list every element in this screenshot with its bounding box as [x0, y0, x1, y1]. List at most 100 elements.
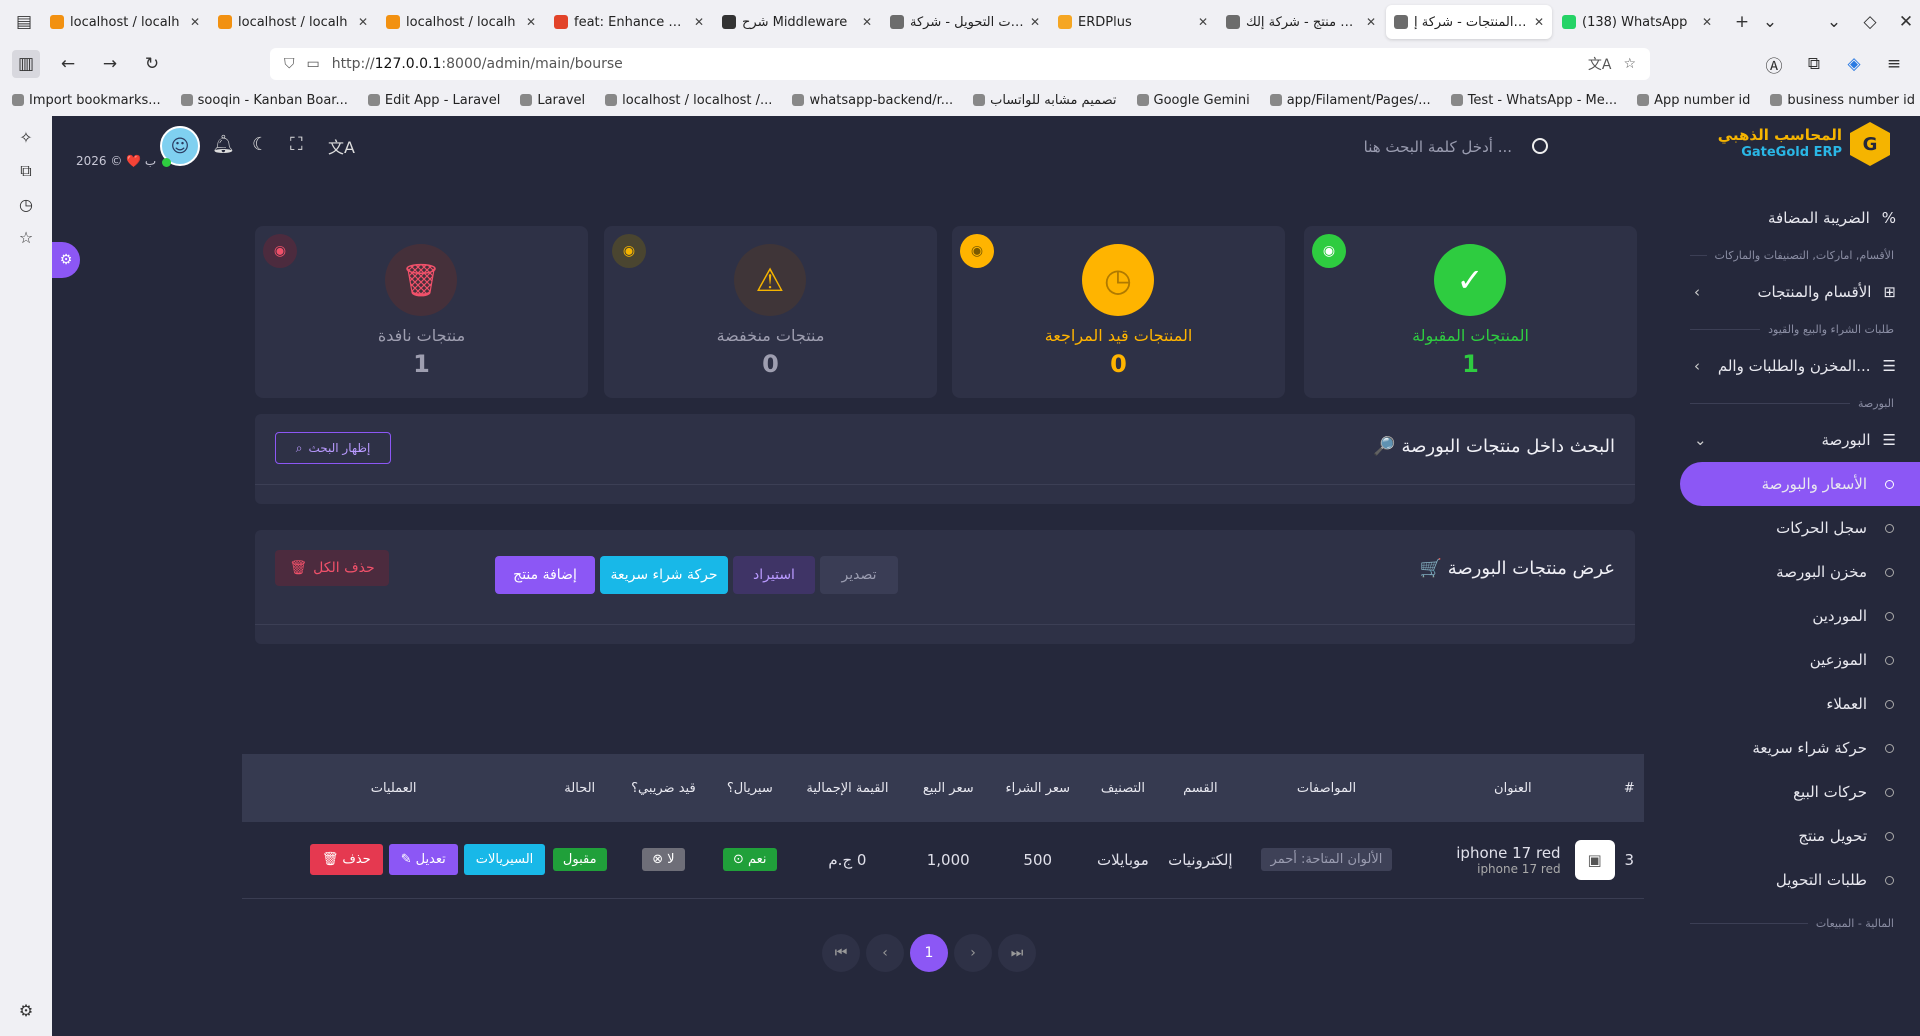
sidebar-item-categories[interactable]: ‹ الأقسام والمنتجات ⊞ — [1678, 270, 1920, 314]
close-tab-icon[interactable]: ✕ — [862, 15, 872, 29]
close-tab-icon[interactable]: ✕ — [1702, 15, 1712, 29]
show-search-button[interactable]: ⌕ إظهار البحث — [275, 432, 391, 464]
sidebar-subitem[interactable]: الموردين — [1678, 594, 1920, 638]
check-circle-icon: ⊙ — [733, 852, 744, 868]
add-product-button[interactable]: إضافة منتج — [495, 556, 595, 594]
edit-button[interactable]: تعديل ✎ — [388, 844, 458, 876]
close-tab-icon[interactable]: ✕ — [1366, 15, 1376, 29]
bookmark-item[interactable]: sooqin - Kanban Boar... — [180, 93, 348, 108]
translate-icon[interactable]: 文A — [1588, 54, 1612, 74]
tab-list-icon[interactable]: ▤ — [10, 8, 38, 36]
theme-settings-button[interactable]: ⚙ — [52, 242, 80, 278]
bookmark-star-icon[interactable]: ☆ — [1623, 56, 1636, 72]
bookmarks-icon[interactable]: ☆ — [19, 228, 33, 247]
delete-all-button[interactable]: 🗑︎ حذف الكل — [275, 550, 389, 586]
cell-serial: نعم ⊙ — [712, 822, 787, 899]
browser-tab[interactable]: شرح Middleware ✕ — [714, 5, 880, 39]
restore-button[interactable]: ◇ — [1856, 8, 1884, 36]
browser-tab[interactable]: localhost / localh ✕ — [378, 5, 544, 39]
forward-icon[interactable]: → — [96, 50, 124, 78]
language-icon[interactable]: 文A — [328, 134, 355, 158]
search-input[interactable]: أدخل كلمة البحث هنا ... — [1252, 138, 1512, 156]
close-window-button[interactable]: ✕ — [1892, 8, 1920, 36]
sidebar-item-bourse[interactable]: ⌄ البورصة ☰ — [1678, 418, 1920, 462]
brand-logo[interactable]: المحاسب الذهبي GateGold ERP G — [1718, 122, 1890, 166]
export-button[interactable]: تصدير — [820, 556, 898, 594]
sidebar-item-warehouse[interactable]: ‹ المخزن والطلبات والم... ☰ — [1678, 344, 1920, 388]
eye-icon[interactable]: ◉ — [612, 234, 646, 268]
last-page-button[interactable]: ⏭ — [998, 934, 1036, 972]
fullscreen-icon[interactable]: ⛶ — [290, 134, 303, 155]
close-tab-icon[interactable]: ✕ — [1534, 15, 1544, 29]
browser-tab[interactable]: تحويل منتج - شركة إلك ✕ — [1218, 5, 1384, 39]
bookmark-item[interactable]: تصميم مشابه للواتساب — [973, 93, 1117, 108]
first-page-button[interactable]: ⏮ — [822, 934, 860, 972]
bookmark-item[interactable]: Import bookmarks... — [12, 93, 161, 108]
bookmark-item[interactable]: App number id — [1637, 93, 1750, 108]
close-tab-icon[interactable]: ✕ — [358, 15, 368, 29]
account-icon[interactable]: Ⓐ — [1760, 50, 1788, 78]
ai-sparkle-icon[interactable]: ✧ — [19, 128, 32, 147]
sync-tabs-icon[interactable]: ⧉ — [20, 161, 31, 181]
sidebar-subitem[interactable]: تحويل منتج — [1678, 814, 1920, 858]
sidebar-subitem[interactable]: الأسعار والبورصة — [1680, 462, 1920, 506]
import-button[interactable]: استيراد — [733, 556, 815, 594]
eye-icon[interactable]: ◉ — [263, 234, 297, 268]
prev-page-button[interactable]: ‹ — [866, 934, 904, 972]
history-icon[interactable]: ◷ — [19, 195, 33, 214]
sidebar-subitem[interactable]: حركات البيع — [1678, 770, 1920, 814]
address-bar[interactable]: ⛉ ▭ http://127.0.0.1:8000/admin/main/bou… — [270, 48, 1650, 80]
browser-tab[interactable]: ERDPlus ✕ — [1050, 5, 1216, 39]
close-tab-icon[interactable]: ✕ — [694, 15, 704, 29]
bookmark-item[interactable]: business number id — [1770, 93, 1915, 108]
dark-mode-icon[interactable]: ☾ — [252, 134, 268, 155]
bookmark-item[interactable]: Google Gemini — [1136, 93, 1250, 108]
eye-icon[interactable]: ◉ — [960, 234, 994, 268]
bookmark-item[interactable]: localhost / localhost /... — [605, 93, 772, 108]
next-page-button[interactable]: › — [954, 934, 992, 972]
sidebar-subitem[interactable]: سجل الحركات — [1678, 506, 1920, 550]
tab-favicon — [218, 15, 232, 29]
close-tab-icon[interactable]: ✕ — [526, 15, 536, 29]
close-tab-icon[interactable]: ✕ — [1030, 15, 1040, 29]
close-tab-icon[interactable]: ✕ — [1198, 15, 1208, 29]
sidebar-subitem[interactable]: حركة شراء سريعة — [1678, 726, 1920, 770]
bookmark-item[interactable]: Test - WhatsApp - Me... — [1450, 93, 1617, 108]
page-button-current[interactable]: 1 — [910, 934, 948, 972]
delete-button[interactable]: حذف 🗑︎ — [309, 844, 383, 876]
products-panel-title: 🛒 عرض منتجات البورصة — [1419, 558, 1615, 579]
serials-button[interactable]: السيريالات — [463, 844, 546, 876]
back-icon[interactable]: ← — [54, 50, 82, 78]
sidebar-subitem[interactable]: مخزن البورصة — [1678, 550, 1920, 594]
tab-overflow-icon[interactable]: ⌄ — [1756, 8, 1784, 36]
new-tab-button[interactable]: + — [1728, 8, 1756, 36]
browser-tab[interactable]: طلبات التحويل - شركة ✕ — [882, 5, 1048, 39]
bookmark-icon — [12, 94, 24, 106]
sidebar-item-vat[interactable]: الضريبة المضافة % — [1678, 196, 1920, 240]
reload-icon[interactable]: ↻ — [138, 50, 166, 78]
bookmark-item[interactable]: Laravel — [520, 93, 585, 108]
sidebar-subitem[interactable]: العملاء — [1678, 682, 1920, 726]
quick-buy-button[interactable]: حركة شراء سريعة — [600, 556, 728, 594]
eye-icon[interactable]: ◉ — [1312, 234, 1346, 268]
bookmark-label: localhost / localhost /... — [622, 92, 773, 108]
sidebar-toggle-icon[interactable]: ▥ — [12, 50, 40, 78]
sidebar-subitem[interactable]: الموزعين — [1678, 638, 1920, 682]
menu-icon[interactable]: ≡ — [1880, 50, 1908, 78]
browser-tab[interactable]: إدارة المنتجات - شركة إ ✕ — [1386, 5, 1552, 39]
browser-tab[interactable]: feat: Enhance adr ✕ — [546, 5, 712, 39]
settings-icon[interactable]: ⚙ — [19, 1001, 33, 1020]
browser-tab[interactable]: (138) WhatsApp ✕ — [1554, 5, 1720, 39]
bookmark-item[interactable]: app/Filament/Pages/... — [1269, 93, 1431, 108]
extensions-icon[interactable]: ⧉ — [1800, 50, 1828, 78]
close-tab-icon[interactable]: ✕ — [190, 15, 200, 29]
bookmark-item[interactable]: Edit App - Laravel — [367, 93, 500, 108]
minimize-button[interactable]: ⌄ — [1820, 8, 1848, 36]
extension-icon[interactable]: ◈ — [1840, 50, 1868, 78]
browser-tab[interactable]: localhost / localh ✕ — [210, 5, 376, 39]
bookmark-item[interactable]: whatsapp-backend/r... — [792, 93, 953, 108]
browser-tab[interactable]: localhost / localh ✕ — [42, 5, 208, 39]
notification-bell-icon[interactable]: 🔔︎ — [212, 134, 235, 155]
sidebar-subitem[interactable]: طلبات التحويل — [1678, 858, 1920, 902]
search-icon[interactable] — [1532, 138, 1548, 154]
